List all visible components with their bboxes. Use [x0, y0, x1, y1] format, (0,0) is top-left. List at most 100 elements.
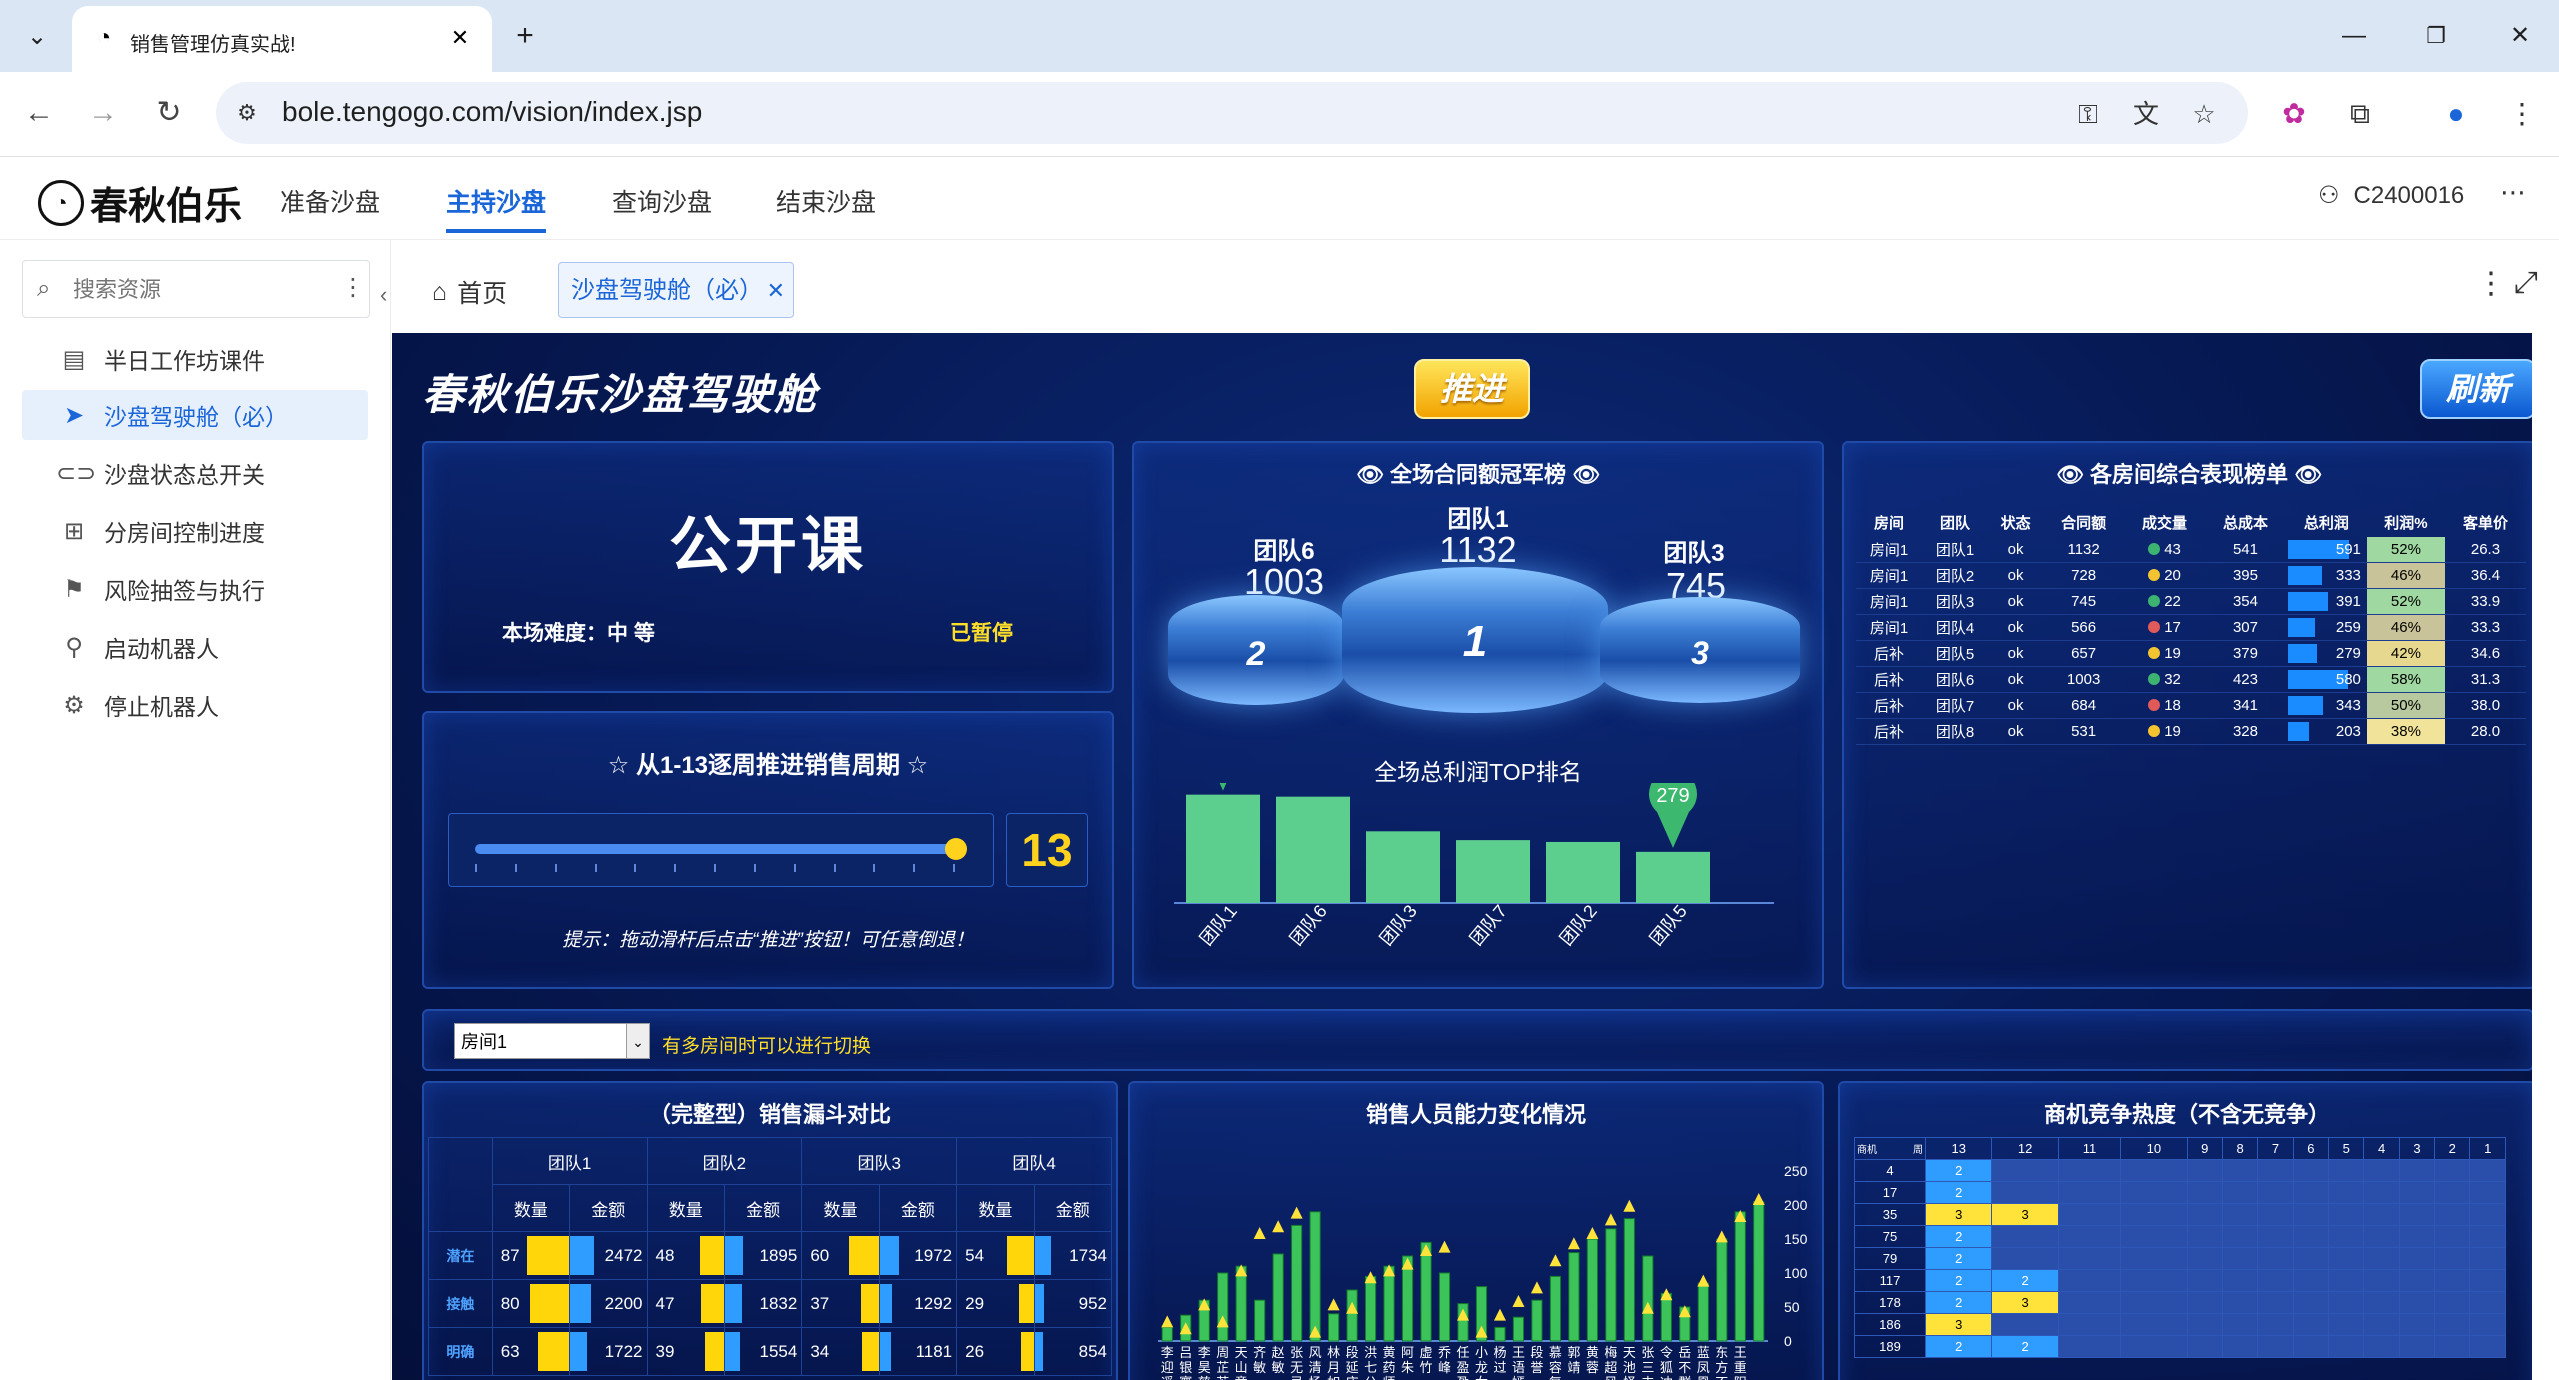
heat-cell: [2057, 1203, 2122, 1226]
heat-cell: [2292, 1203, 2330, 1226]
sidebar-item-stop-robot[interactable]: ⚙ 停止机器人: [22, 680, 368, 730]
restore-icon[interactable]: ❐: [2406, 12, 2466, 60]
reload-icon[interactable]: ↻: [146, 90, 192, 136]
status-paused: 已暂停: [950, 622, 1013, 645]
slider-handle[interactable]: [945, 838, 967, 860]
password-key-icon[interactable]: ⚿: [2068, 96, 2108, 132]
chevron-down-icon[interactable]: ⌄: [626, 1024, 649, 1058]
advance-button[interactable]: 推进: [1414, 359, 1530, 419]
funnel-team-header: 团队4: [956, 1137, 1112, 1185]
fullscreen-icon[interactable]: ⤢: [2514, 266, 2538, 300]
sidebar-item-start-robot[interactable]: ⚲ 启动机器人: [22, 622, 368, 672]
funnel-amount-cell: 1895: [723, 1231, 803, 1280]
site-info-icon[interactable]: ⚙: [230, 96, 264, 130]
menu-host[interactable]: 主持沙盘: [446, 183, 547, 233]
ranking-cell: ok: [1988, 588, 2044, 615]
heat-cell: [2469, 1247, 2506, 1270]
search-input[interactable]: [71, 271, 335, 309]
new-tab-icon[interactable]: +: [500, 12, 550, 60]
menu-prepare[interactable]: 准备沙盘: [280, 183, 380, 219]
sidebar-item-courseware[interactable]: ▤ 半日工作坊课件: [22, 334, 368, 384]
menu-query[interactable]: 查询沙盘: [612, 183, 712, 219]
ability-x-label: 王: [1734, 1345, 1747, 1360]
toggle-icon: ⊂⊃: [56, 459, 97, 487]
refresh-button[interactable]: 刷新: [2420, 359, 2532, 419]
tab-cockpit[interactable]: 沙盘驾驶舱（必） ✕: [558, 262, 794, 318]
menu-end[interactable]: 结束沙盘: [776, 183, 876, 219]
funnel-qty-bar: [1019, 1284, 1034, 1323]
heat-opportunity-id: 4: [1854, 1159, 1926, 1182]
sidebar-item-room-progress[interactable]: ⊞ 分房间控制进度: [22, 506, 368, 556]
browser-tab[interactable]: ◔ 销售管理仿真实战! ✕: [72, 6, 492, 72]
profit-tick-label: 团队3: [1376, 901, 1421, 949]
heat-cell: [2257, 1269, 2294, 1292]
ability-x-label: 银: [1179, 1360, 1192, 1375]
minimize-icon[interactable]: —: [2324, 12, 2384, 60]
heat-cell: [2221, 1291, 2259, 1314]
heat-cell: [2257, 1159, 2294, 1182]
user-info[interactable]: ⚇ C2400016: [2318, 181, 2464, 210]
extension-app-icon[interactable]: ✿: [2272, 92, 2316, 136]
podium-3-drum: 3: [1600, 597, 1800, 703]
ability-marker: [1290, 1206, 1303, 1219]
header-more-icon[interactable]: ⋯: [2500, 177, 2526, 208]
ability-bar: [1235, 1265, 1247, 1342]
tab-home[interactable]: ⌂ 首页: [432, 274, 507, 310]
sidebar-item-label: 半日工作坊课件: [104, 348, 265, 374]
browser-menu-icon[interactable]: ⋮: [2500, 92, 2544, 136]
ability-x-label: 朱: [1401, 1360, 1414, 1375]
tab-options-icon[interactable]: ⋮: [2476, 266, 2506, 301]
ability-x-label: 延: [1346, 1360, 1359, 1375]
ability-marker: [1623, 1199, 1636, 1212]
heat-cell: [2434, 1159, 2471, 1182]
ability-x-label: 怪: [1623, 1375, 1636, 1380]
tab-search-icon[interactable]: ⌄: [12, 12, 62, 60]
heat-week-header: 1: [2469, 1137, 2506, 1160]
podium-2-drum: 2: [1168, 595, 1344, 705]
ranking-cell: 团队2: [1922, 562, 1989, 589]
funnel-qty-cell: 39: [646, 1327, 725, 1376]
ability-x-label: 无: [1290, 1360, 1303, 1375]
url-text[interactable]: bole.tengogo.com/vision/index.jsp: [282, 96, 702, 128]
search-icon: ⌕: [37, 275, 51, 302]
heat-cell: [2186, 1159, 2223, 1182]
close-tab-icon[interactable]: ✕: [442, 20, 478, 56]
omnibox[interactable]: ⚙ bole.tengogo.com/vision/index.jsp ⚿ 文 …: [216, 82, 2248, 144]
app-logo[interactable]: ◔ 春秋伯乐: [38, 175, 242, 230]
week-slider[interactable]: [448, 813, 994, 887]
resource-search: ⌕ ⋮: [22, 260, 370, 318]
heat-cell: [2363, 1313, 2400, 1336]
window-close-icon[interactable]: ✕: [2490, 12, 2550, 60]
room-select[interactable]: 房间1 ⌄: [454, 1023, 650, 1059]
ability-bar: [1623, 1218, 1635, 1342]
extensions-puzzle-icon[interactable]: ⧉: [2338, 92, 2382, 136]
bookmark-star-icon[interactable]: ☆: [2184, 96, 2224, 132]
funnel-amount-bar: [724, 1236, 744, 1275]
ranking-cell: 1132: [2043, 537, 2125, 563]
ability-x-label: 齐: [1253, 1345, 1266, 1360]
ranking-cell: 354: [2205, 588, 2286, 615]
funnel-amount-cell: 1292: [878, 1279, 958, 1328]
heat-cell: [2057, 1291, 2122, 1314]
sidebar-item-status-switch[interactable]: ⊂⊃ 沙盘状态总开关: [22, 448, 368, 498]
funnel-qty-bar: [1020, 1332, 1034, 1371]
heat-cell: [2434, 1335, 2471, 1358]
ranking-cell: 259: [2285, 614, 2367, 641]
ranking-cell: 341: [2205, 692, 2286, 719]
sidebar-collapse-icon[interactable]: ‹: [380, 282, 387, 308]
profile-avatar-icon[interactable]: ●: [2434, 92, 2478, 136]
ranking-cell: 333: [2285, 562, 2367, 589]
slider-track[interactable]: [475, 844, 955, 854]
search-options-icon[interactable]: ⋮: [341, 273, 365, 302]
sidebar-item-risk-draw[interactable]: ⚑ 风险抽签与执行: [22, 564, 368, 614]
heat-opportunity-id: 178: [1854, 1291, 1926, 1314]
translate-icon[interactable]: 文: [2126, 96, 2166, 132]
close-tab-icon[interactable]: ✕: [767, 263, 785, 319]
profit-chart: 团队1团队6团队3团队7团队2团队5591279: [1174, 783, 1774, 949]
table-row: 117 2 2: [1854, 1269, 2506, 1292]
funnel-amount-bar: [879, 1236, 899, 1275]
forward-icon[interactable]: →: [80, 90, 126, 136]
ability-x-label: 乔: [1438, 1345, 1451, 1360]
sidebar-item-cockpit[interactable]: ➤ 沙盘驾驶舱（必）: [22, 390, 368, 440]
back-icon[interactable]: ←: [16, 90, 62, 136]
